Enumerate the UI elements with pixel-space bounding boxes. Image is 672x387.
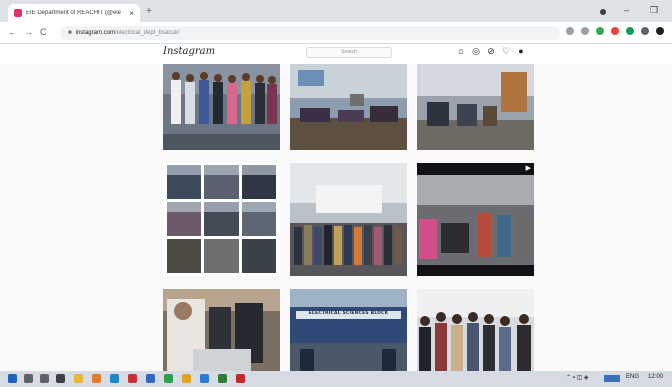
address-host: instagram.com	[75, 30, 115, 36]
start-menu-icon[interactable]	[8, 374, 17, 383]
word-icon[interactable]	[200, 374, 209, 383]
explore-icon[interactable]: ⊘	[486, 46, 496, 56]
building-sign: ELECTRICAL SCIENCES BLOCK	[308, 311, 389, 316]
mail-icon[interactable]	[146, 374, 155, 383]
tray-icons[interactable]: ⌃ ▪ ◫ ◈	[566, 374, 588, 381]
forward-button[interactable]: →	[24, 27, 33, 37]
instagram-logo[interactable]: Instagram	[163, 46, 215, 57]
minimize-button[interactable]: –	[624, 5, 629, 15]
cortana-icon[interactable]	[40, 374, 49, 383]
post-thumbnail-video-workshop[interactable]: ▶	[417, 163, 534, 276]
browser-tab[interactable]: EIE Department of REACHIT (@ele ×	[8, 4, 140, 22]
post-thumbnail-building[interactable]: ELECTRICAL SCIENCES BLOCK	[290, 289, 407, 371]
nav-icons: ⌂ ◎ ⊘ ♡ ●	[456, 46, 526, 56]
address-bar[interactable]: ■ instagram.com/electrical_dept_bsacuk/	[60, 26, 560, 40]
post-thumbnail-collage[interactable]	[163, 163, 280, 276]
profile-icon[interactable]: ●	[516, 46, 526, 56]
bookmark-star-icon[interactable]	[566, 27, 574, 35]
language-indicator[interactable]: ENG	[626, 374, 639, 380]
lock-icon: ■	[68, 30, 72, 36]
tab-close-icon[interactable]: ×	[129, 9, 134, 18]
taskbar: ⌃ ▪ ◫ ◈ ENG 12:00	[0, 371, 672, 387]
direct-icon[interactable]: ◎	[471, 46, 481, 56]
extension-green-icon[interactable]	[596, 27, 604, 35]
post-grid: ▶ ELECTRICAL SCIENCES BLOCK	[0, 64, 672, 371]
tab-title: EIE Department of REACHIT (@ele	[26, 10, 122, 16]
activity-icon[interactable]: ♡	[501, 46, 511, 56]
app-yellow-icon[interactable]	[182, 374, 191, 383]
file-explorer-icon[interactable]	[74, 374, 83, 383]
task-view-icon[interactable]	[56, 374, 65, 383]
app-orange-icon[interactable]	[92, 374, 101, 383]
post-thumbnail-team-photo[interactable]	[417, 289, 534, 371]
puzzle-icon[interactable]	[641, 27, 649, 35]
extension-red-icon[interactable]	[611, 27, 619, 35]
avatar[interactable]	[656, 27, 664, 35]
network-icon[interactable]	[604, 375, 620, 382]
address-path: /electrical_dept_bsacuk/	[114, 30, 180, 36]
app-green-icon[interactable]	[218, 374, 227, 383]
clock[interactable]: 12:00	[648, 374, 663, 380]
new-tab-button[interactable]: +	[146, 6, 152, 17]
post-thumbnail-signing[interactable]	[163, 289, 280, 371]
maximize-button[interactable]: ❐	[650, 5, 658, 16]
post-thumbnail-hall-group[interactable]	[290, 163, 407, 276]
profile-icon[interactable]	[600, 9, 606, 15]
post-thumbnail-group-photo[interactable]	[163, 64, 280, 150]
chrome-icon[interactable]	[164, 374, 173, 383]
search-icon[interactable]	[24, 374, 33, 383]
edge-icon[interactable]	[110, 374, 119, 383]
home-icon[interactable]: ⌂	[456, 46, 466, 56]
instagram-header: Instagram Search ⌂ ◎ ⊘ ♡ ●	[0, 44, 672, 64]
extension-icon[interactable]	[581, 27, 589, 35]
extension-sync-icon[interactable]	[626, 27, 634, 35]
post-thumbnail-workshop[interactable]	[417, 64, 534, 150]
app-media-icon[interactable]	[236, 374, 245, 383]
post-thumbnail-lab-session[interactable]	[290, 64, 407, 150]
reload-button[interactable]: C	[40, 27, 47, 37]
browser-tab-strip: EIE Department of REACHIT (@ele × + – ❐	[0, 0, 672, 22]
instagram-favicon-icon	[14, 9, 22, 17]
video-icon: ▶	[525, 165, 531, 172]
search-input[interactable]: Search	[306, 47, 392, 58]
app-red-icon[interactable]	[128, 374, 137, 383]
back-button[interactable]: ←	[8, 27, 17, 37]
